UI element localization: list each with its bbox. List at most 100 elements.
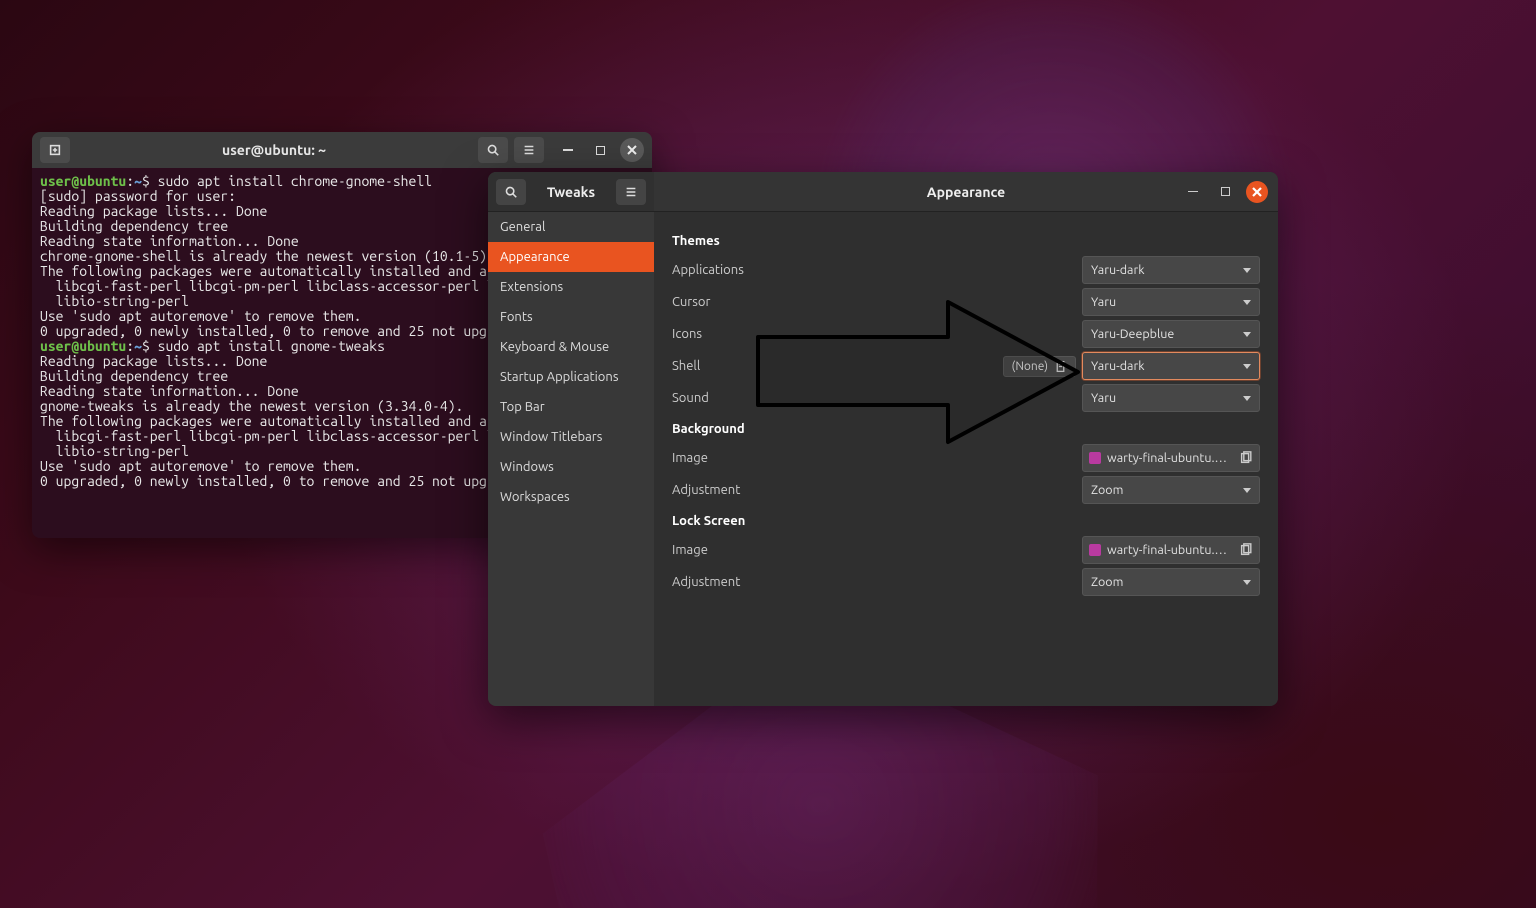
- chevron-down-icon: [1243, 364, 1251, 369]
- row-bg-adjust: Adjustment Zoom: [672, 474, 1260, 506]
- new-tab-icon: [48, 143, 62, 157]
- label-lock-image: Image: [672, 543, 1082, 557]
- label-lock-adjust: Adjustment: [672, 575, 1082, 589]
- chevron-down-icon: [1243, 396, 1251, 401]
- output-line: chrome-gnome-shell is already the newest…: [40, 248, 495, 264]
- label-cursor: Cursor: [672, 295, 1082, 309]
- output-line: Building dependency tree: [40, 218, 228, 234]
- chevron-down-icon: [1243, 268, 1251, 273]
- output-line: 0 upgraded, 0 newly installed, 0 to remo…: [40, 473, 518, 489]
- select-shell-value: Yaru-dark: [1091, 359, 1145, 373]
- copy-icon: [1239, 451, 1253, 465]
- output-line: Use 'sudo apt autoremove' to remove them…: [40, 308, 361, 324]
- output-line: The following packages were automaticall…: [40, 413, 518, 429]
- chevron-down-icon: [1243, 580, 1251, 585]
- select-applications-value: Yaru-dark: [1091, 263, 1145, 277]
- tweaks-search-button[interactable]: [496, 179, 526, 205]
- sidebar-item-top-bar[interactable]: Top Bar: [488, 392, 654, 422]
- tweaks-main: Appearance Themes Applications Yaru-dark…: [654, 172, 1278, 706]
- output-line: Reading state information... Done: [40, 383, 299, 399]
- tweaks-sidebar-header: Tweaks: [488, 172, 654, 212]
- sidebar-item-fonts[interactable]: Fonts: [488, 302, 654, 332]
- row-cursor: Cursor Yaru: [672, 286, 1260, 318]
- row-lock-image: Image warty-final-ubuntu.png: [672, 534, 1260, 566]
- output-line: libcgi-fast-perl libcgi-pm-perl libclass…: [40, 278, 518, 294]
- tweaks-sidebar: Tweaks General Appearance Extensions Fon…: [488, 172, 654, 706]
- row-bg-image: Image warty-final-ubuntu.png: [672, 442, 1260, 474]
- output-line: Use 'sudo apt autoremove' to remove them…: [40, 458, 361, 474]
- chevron-down-icon: [1243, 300, 1251, 305]
- select-sound[interactable]: Yaru: [1082, 384, 1260, 412]
- tweaks-close-button[interactable]: [1246, 181, 1268, 203]
- label-bg-image: Image: [672, 451, 1082, 465]
- output-line: [sudo] password for user:: [40, 188, 236, 204]
- select-cursor[interactable]: Yaru: [1082, 288, 1260, 316]
- sidebar-item-windows[interactable]: Windows: [488, 452, 654, 482]
- close-icon: [1252, 187, 1262, 197]
- sidebar-item-extensions[interactable]: Extensions: [488, 272, 654, 302]
- file-lock-image-name: warty-final-ubuntu.png: [1107, 543, 1233, 557]
- terminal-search-button[interactable]: [478, 137, 508, 163]
- file-bg-image-name: warty-final-ubuntu.png: [1107, 451, 1233, 465]
- output-line: The following packages were automaticall…: [40, 263, 518, 279]
- prompt-user: user@ubuntu: [40, 338, 126, 354]
- shell-none-chip[interactable]: (None): [1003, 356, 1076, 377]
- row-shell: Shell (None) Yaru-dark: [672, 350, 1260, 382]
- document-icon: [1054, 360, 1067, 373]
- output-line: gnome-tweaks is already the newest versi…: [40, 398, 463, 414]
- terminal-menu-button[interactable]: [514, 137, 544, 163]
- sidebar-item-general[interactable]: General: [488, 212, 654, 242]
- output-line: libio-string-perl: [40, 443, 189, 459]
- select-bg-adjust[interactable]: Zoom: [1082, 476, 1260, 504]
- sidebar-item-window-titlebars[interactable]: Window Titlebars: [488, 422, 654, 452]
- output-line: Building dependency tree: [40, 368, 228, 384]
- section-background: Background: [672, 422, 1260, 436]
- row-sound: Sound Yaru: [672, 382, 1260, 414]
- tweaks-window-controls: [1182, 181, 1268, 203]
- label-shell: Shell: [672, 359, 1003, 373]
- output-line: Reading package lists... Done: [40, 353, 267, 369]
- file-lock-image[interactable]: warty-final-ubuntu.png: [1082, 536, 1260, 564]
- sidebar-item-appearance[interactable]: Appearance: [488, 242, 654, 272]
- select-cursor-value: Yaru: [1091, 295, 1116, 309]
- terminal-titlebar[interactable]: user@ubuntu: ~: [32, 132, 652, 168]
- tweaks-main-header: Appearance: [654, 172, 1278, 212]
- label-icons: Icons: [672, 327, 1082, 341]
- terminal-close-button[interactable]: [620, 138, 644, 162]
- section-themes: Themes: [672, 234, 1260, 248]
- file-bg-image[interactable]: warty-final-ubuntu.png: [1082, 444, 1260, 472]
- sidebar-item-workspaces[interactable]: Workspaces: [488, 482, 654, 512]
- chevron-down-icon: [1243, 488, 1251, 493]
- select-applications[interactable]: Yaru-dark: [1082, 256, 1260, 284]
- row-icons: Icons Yaru-Deepblue: [672, 318, 1260, 350]
- prompt-path: ~: [134, 173, 142, 189]
- tweaks-sidebar-title: Tweaks: [534, 184, 608, 200]
- select-lock-adjust[interactable]: Zoom: [1082, 568, 1260, 596]
- select-bg-adjust-value: Zoom: [1091, 483, 1123, 497]
- label-bg-adjust: Adjustment: [672, 483, 1082, 497]
- command-2: sudo apt install gnome-tweaks: [158, 338, 385, 354]
- tweaks-minimize-button[interactable]: [1182, 181, 1204, 203]
- section-lock-screen: Lock Screen: [672, 514, 1260, 528]
- chevron-down-icon: [1243, 332, 1251, 337]
- prompt-user: user@ubuntu: [40, 173, 126, 189]
- hamburger-icon: [624, 185, 638, 199]
- new-tab-button[interactable]: [40, 137, 70, 163]
- tweaks-maximize-button[interactable]: [1214, 181, 1236, 203]
- row-applications: Applications Yaru-dark: [672, 254, 1260, 286]
- tweaks-menu-button[interactable]: [616, 179, 646, 205]
- terminal-maximize-button[interactable]: [588, 138, 612, 162]
- close-icon: [627, 145, 637, 155]
- sidebar-item-startup-applications[interactable]: Startup Applications: [488, 362, 654, 392]
- terminal-minimize-button[interactable]: [556, 138, 580, 162]
- sidebar-item-keyboard-mouse[interactable]: Keyboard & Mouse: [488, 332, 654, 362]
- copy-icon: [1239, 543, 1253, 557]
- select-icons-value: Yaru-Deepblue: [1091, 327, 1174, 341]
- select-icons[interactable]: Yaru-Deepblue: [1082, 320, 1260, 348]
- output-line: Reading package lists... Done: [40, 203, 267, 219]
- output-line: libcgi-fast-perl libcgi-pm-perl libclass…: [40, 428, 518, 444]
- hamburger-icon: [522, 143, 536, 157]
- terminal-window-controls: [556, 138, 644, 162]
- select-shell[interactable]: Yaru-dark: [1082, 352, 1260, 380]
- label-applications: Applications: [672, 263, 1082, 277]
